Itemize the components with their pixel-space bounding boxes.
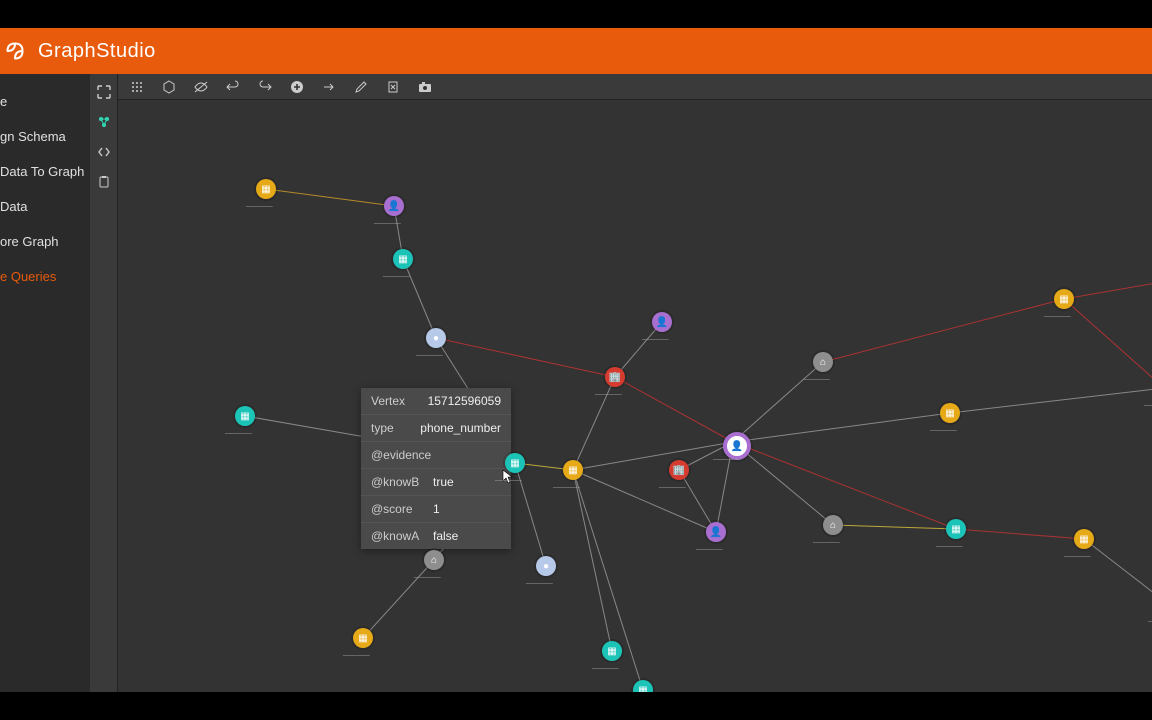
- node-label: ________: [526, 578, 553, 584]
- graph-node[interactable]: ●: [426, 328, 446, 348]
- vertex-tooltip: Vertex15712596059typephone_number@eviden…: [361, 388, 511, 549]
- tooltip-key: Vertex: [371, 394, 428, 408]
- sidebar-item-5[interactable]: e Queries: [0, 259, 90, 294]
- redo-icon[interactable]: [256, 78, 274, 96]
- node-label: ________: [696, 544, 723, 550]
- node-label: ________: [813, 537, 840, 543]
- graph-node[interactable]: ▦: [602, 641, 622, 661]
- graph-node[interactable]: ▦: [353, 628, 373, 648]
- code-icon[interactable]: [94, 142, 114, 162]
- delete-icon[interactable]: [384, 78, 402, 96]
- graph-node[interactable]: ●: [536, 556, 556, 576]
- node-label: ________: [803, 374, 830, 380]
- node-label: ________: [383, 271, 410, 277]
- graph-node[interactable]: ▦: [235, 406, 255, 426]
- canvas-toolbar: [118, 74, 1152, 100]
- node-label: ________: [936, 541, 963, 547]
- clipboard-icon[interactable]: [94, 172, 114, 192]
- graph-node[interactable]: 👤: [706, 522, 726, 542]
- graph-node[interactable]: ▦: [946, 519, 966, 539]
- tooltip-row: typephone_number: [361, 415, 511, 442]
- node-label: ________: [642, 334, 669, 340]
- tooltip-value: [433, 448, 501, 462]
- undo-icon[interactable]: [224, 78, 242, 96]
- node-label: ________: [659, 482, 686, 488]
- node-label: ________: [1044, 311, 1071, 317]
- node-label: ________: [416, 350, 443, 356]
- node-label: ________: [930, 425, 957, 431]
- graph-node[interactable]: ▦: [1074, 529, 1094, 549]
- graph-node[interactable]: ▦: [563, 460, 583, 480]
- node-label: ________: [246, 201, 273, 207]
- letterbox-top: [0, 0, 1152, 28]
- tooltip-key: @score: [371, 502, 433, 516]
- sidebar-item-4[interactable]: ore Graph: [0, 224, 90, 259]
- tooltip-row: @score1: [361, 496, 511, 523]
- graph-node[interactable]: ▦: [256, 179, 276, 199]
- graph-node[interactable]: ⌂: [424, 550, 444, 570]
- node-label: ________: [374, 218, 401, 224]
- app-header: GraphStudio: [0, 28, 1152, 74]
- tooltip-key: type: [371, 421, 420, 435]
- graph-node[interactable]: 🏢: [669, 460, 689, 480]
- graph-node[interactable]: ▦: [1054, 289, 1074, 309]
- grid-icon[interactable]: [128, 78, 146, 96]
- tooltip-key: @knowB: [371, 475, 433, 489]
- graph-node[interactable]: ▦: [505, 453, 525, 473]
- node-label: ________: [1144, 400, 1152, 406]
- node-label: ________: [1064, 551, 1091, 557]
- node-label: ________: [1148, 616, 1152, 622]
- brand-logo: GraphStudio: [0, 36, 156, 66]
- sidebar-item-2[interactable]: Data To Graph: [0, 154, 90, 189]
- graph-canvas[interactable]: Vertex15712596059typephone_number@eviden…: [118, 100, 1152, 692]
- add-icon[interactable]: [288, 78, 306, 96]
- tooltip-key: @evidence: [371, 448, 433, 462]
- graph-node[interactable]: ▦: [633, 680, 653, 692]
- node-label: ________: [592, 663, 619, 669]
- node-label: ________: [414, 572, 441, 578]
- arrow-icon[interactable]: [320, 78, 338, 96]
- center-icon[interactable]: [94, 82, 114, 102]
- graph-node[interactable]: ▦: [393, 249, 413, 269]
- graph-node[interactable]: 👤: [384, 196, 404, 216]
- sidebar-item-0[interactable]: e: [0, 84, 90, 119]
- graph-node[interactable]: 👤: [652, 312, 672, 332]
- nodes-icon[interactable]: [94, 112, 114, 132]
- hexagon-icon[interactable]: [160, 78, 178, 96]
- left-tool-col: [90, 74, 118, 692]
- graph-node[interactable]: ⌂: [823, 515, 843, 535]
- tooltip-row: Vertex15712596059: [361, 388, 511, 415]
- graph-node[interactable]: ⌂: [813, 352, 833, 372]
- node-label: ________: [553, 482, 580, 488]
- tooltip-row: @knowBtrue: [361, 469, 511, 496]
- tooltip-value: true: [433, 475, 501, 489]
- node-label: ________: [343, 650, 370, 656]
- tooltip-row: @knowAfalse: [361, 523, 511, 549]
- node-label: ________: [595, 389, 622, 395]
- letterbox-bottom: [0, 692, 1152, 720]
- node-label: ________: [225, 428, 252, 434]
- tooltip-value: false: [433, 529, 501, 543]
- tooltip-value: 15712596059: [428, 394, 501, 408]
- graph-node[interactable]: 🏢: [605, 367, 625, 387]
- sidebar-item-3[interactable]: Data: [0, 189, 90, 224]
- tooltip-key: @knowA: [371, 529, 433, 543]
- logo-icon: [0, 36, 30, 66]
- tooltip-row: @evidence: [361, 442, 511, 469]
- sidebar: e gn Schema Data To Graph Data ore Graph…: [0, 74, 90, 692]
- edit-icon[interactable]: [352, 78, 370, 96]
- graph-node[interactable]: ▦: [940, 403, 960, 423]
- eye-off-icon[interactable]: [192, 78, 210, 96]
- tooltip-value: 1: [433, 502, 501, 516]
- sidebar-item-1[interactable]: gn Schema: [0, 119, 90, 154]
- camera-icon[interactable]: [416, 78, 434, 96]
- brand-name: GraphStudio: [38, 40, 156, 63]
- tooltip-value: phone_number: [420, 421, 501, 435]
- graph-node[interactable]: 👤: [723, 432, 751, 460]
